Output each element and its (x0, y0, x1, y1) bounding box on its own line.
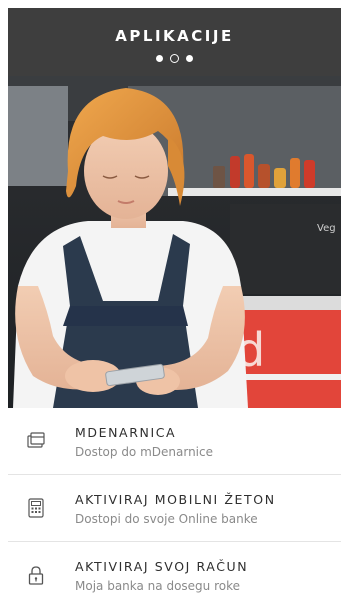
page-dot-1[interactable] (156, 55, 163, 62)
menu-item-aktiviraj-racun[interactable]: AKTIVIRAJ SVOJ RAČUN Moja banka na doseg… (8, 542, 341, 605)
calculator-icon (25, 497, 47, 519)
page-title: APLIKACIJE (115, 27, 234, 45)
app-screen: APLIKACIJE Veg d MDENARNICA Dostop do mD… (8, 8, 341, 605)
menu-item-title: MDENARNICA (75, 425, 177, 440)
page-dot-2-active[interactable] (170, 54, 179, 63)
wallet-icon (25, 430, 47, 452)
menu-item-mdenarnica[interactable]: MDENARNICA Dostop do mDenarnice (8, 408, 341, 475)
menu-item-subtitle: Moja banka na dosegu roke (75, 579, 240, 593)
page-indicator (8, 53, 341, 65)
lock-icon (25, 564, 47, 586)
menu-list: MDENARNICA Dostop do mDenarnice AKTIVIRA… (8, 408, 341, 605)
svg-text:Veg: Veg (317, 223, 336, 234)
hero-photo: Veg d (8, 76, 341, 408)
menu-item-subtitle: Dostopi do svoje Online banke (75, 512, 258, 526)
menu-item-subtitle: Dostop do mDenarnice (75, 445, 213, 459)
menu-item-title: AKTIVIRAJ SVOJ RAČUN (75, 559, 249, 574)
menu-item-mobilni-zeton[interactable]: AKTIVIRAJ MOBILNI ŽETON Dostopi do svoje… (8, 475, 341, 542)
header-bar: APLIKACIJE (8, 8, 341, 76)
page-dot-3[interactable] (186, 55, 193, 62)
menu-item-title: AKTIVIRAJ MOBILNI ŽETON (75, 492, 276, 507)
